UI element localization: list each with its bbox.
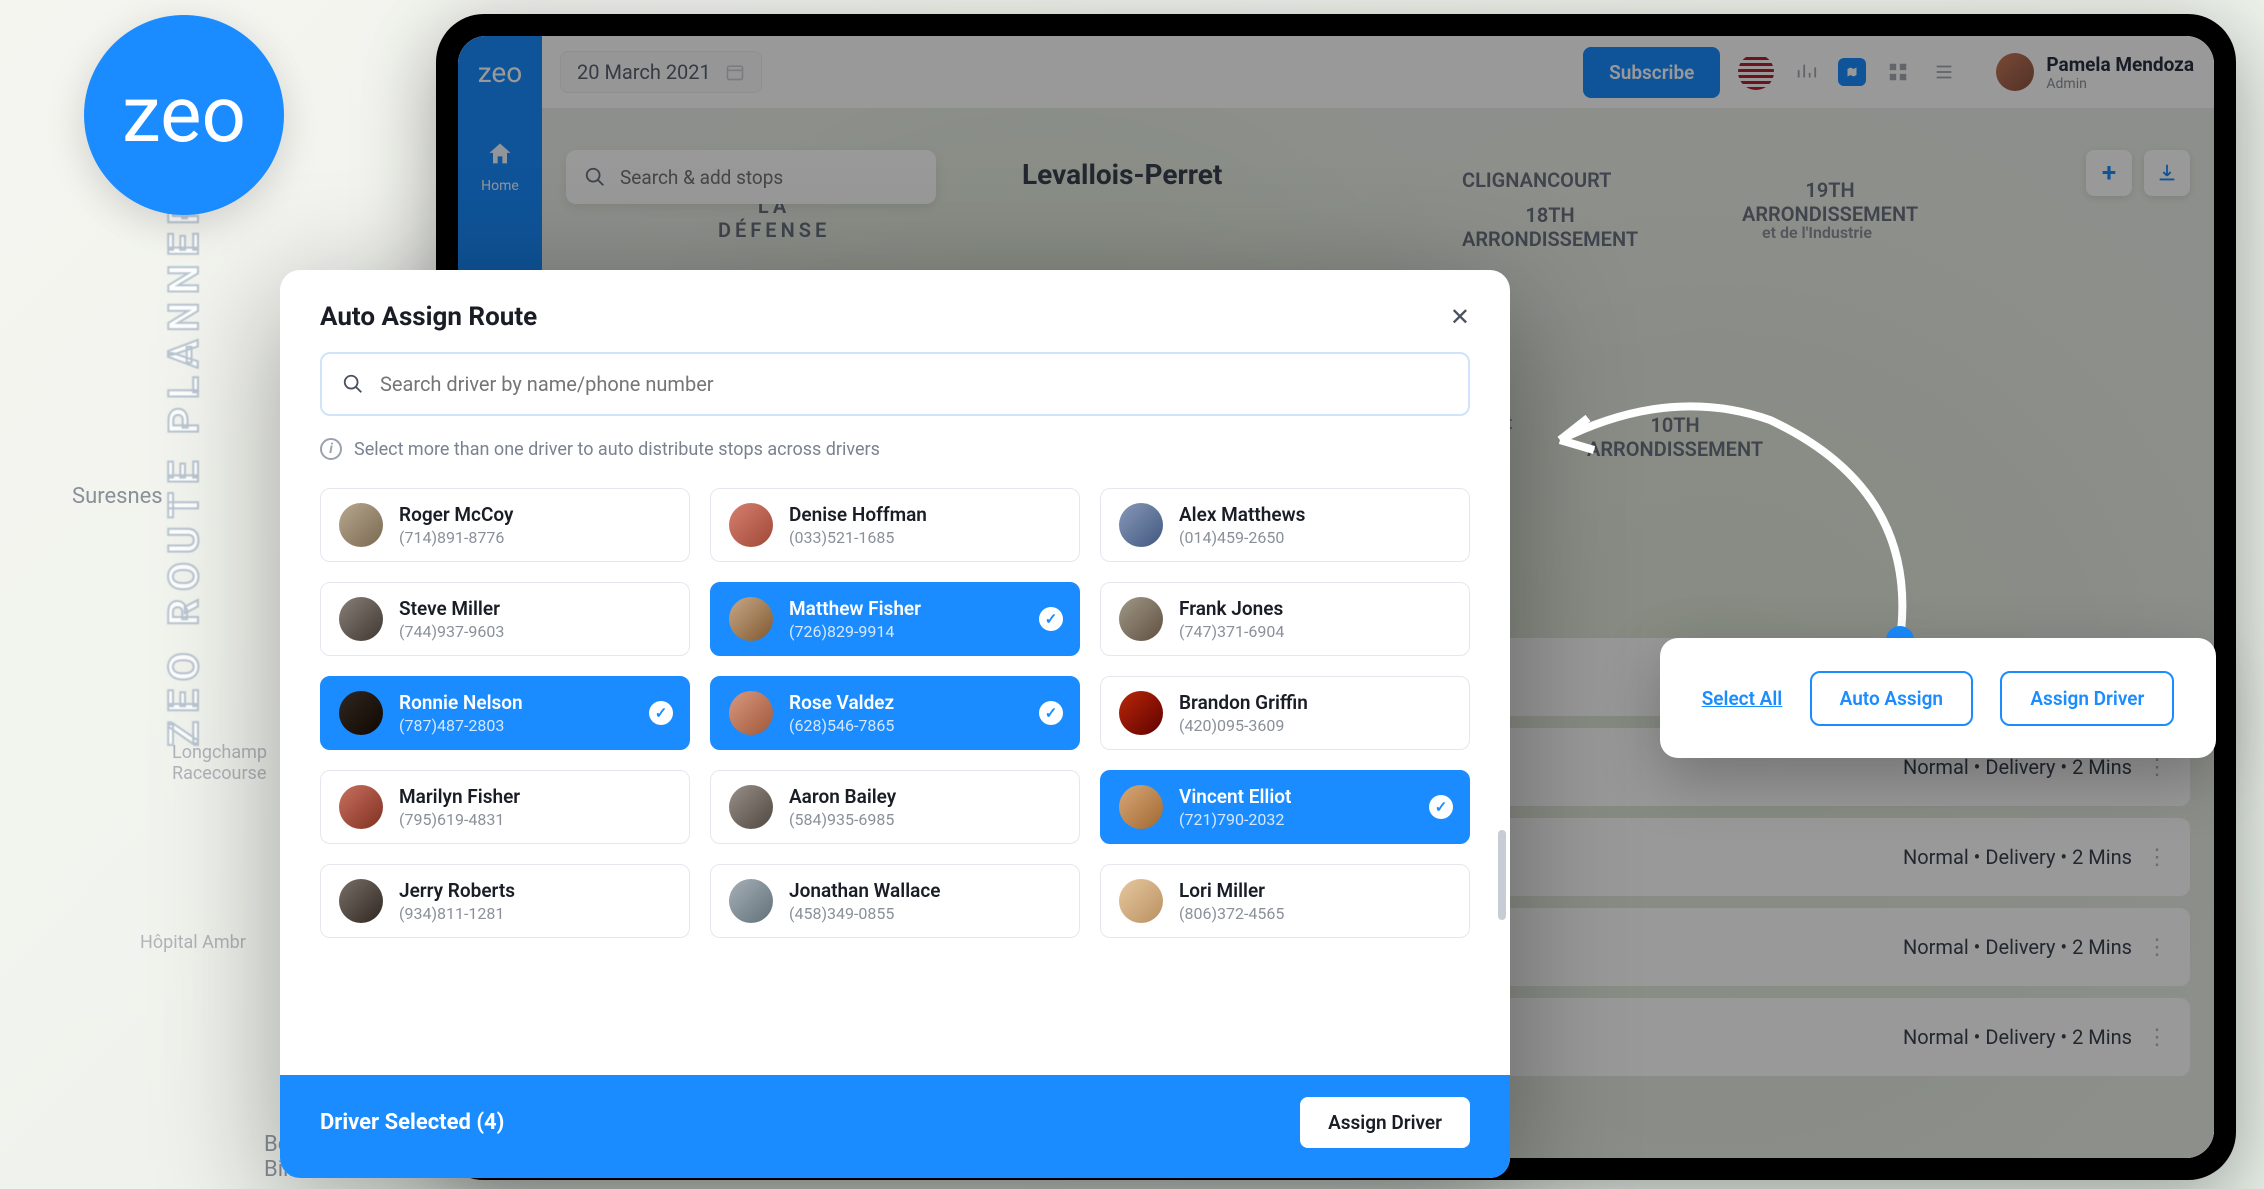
driver-card[interactable]: Alex Matthews (014)459-2650 xyxy=(1100,488,1470,562)
driver-card[interactable]: Aaron Bailey (584)935-6985 xyxy=(710,770,1080,844)
driver-avatar xyxy=(729,785,773,829)
driver-phone: (014)459-2650 xyxy=(1179,528,1305,547)
helper-text-label: Select more than one driver to auto dist… xyxy=(354,439,880,460)
driver-phone: (033)521-1685 xyxy=(789,528,927,547)
modal-header: Auto Assign Route ✕ xyxy=(280,270,1510,352)
driver-avatar xyxy=(339,597,383,641)
bg-label-suresnes: Suresnes xyxy=(72,484,163,509)
check-icon: ✓ xyxy=(1429,795,1453,819)
driver-name: Brandon Griffin xyxy=(1179,691,1308,714)
check-icon: ✓ xyxy=(1039,701,1063,725)
driver-phone: (934)811-1281 xyxy=(399,904,515,923)
driver-phone: (787)487-2803 xyxy=(399,716,523,735)
driver-name: Matthew Fisher xyxy=(789,597,921,620)
zeo-logo-badge: zeo xyxy=(84,15,284,215)
driver-name: Aaron Bailey xyxy=(789,785,896,808)
driver-name: Ronnie Nelson xyxy=(399,691,523,714)
driver-card[interactable]: Jerry Roberts (934)811-1281 xyxy=(320,864,690,938)
driver-card[interactable]: Frank Jones (747)371-6904 xyxy=(1100,582,1470,656)
driver-name: Steve Miller xyxy=(399,597,504,620)
driver-avatar xyxy=(339,503,383,547)
driver-card[interactable]: Roger McCoy (714)891-8776 xyxy=(320,488,690,562)
auto-assign-button[interactable]: Auto Assign xyxy=(1810,671,1973,726)
zeo-logo-text: zeo xyxy=(122,70,246,161)
search-driver-input[interactable] xyxy=(380,372,1448,396)
check-icon: ✓ xyxy=(649,701,673,725)
driver-card[interactable]: Jonathan Wallace (458)349-0855 xyxy=(710,864,1080,938)
driver-phone: (458)349-0855 xyxy=(789,904,940,923)
driver-name: Vincent Elliot xyxy=(1179,785,1291,808)
driver-card[interactable]: Ronnie Nelson (787)487-2803 ✓ xyxy=(320,676,690,750)
driver-phone: (721)790-2032 xyxy=(1179,810,1291,829)
driver-avatar xyxy=(1119,691,1163,735)
driver-card[interactable]: Vincent Elliot (721)790-2032 ✓ xyxy=(1100,770,1470,844)
driver-name: Marilyn Fisher xyxy=(399,785,520,808)
driver-name: Frank Jones xyxy=(1179,597,1284,620)
driver-name: Rose Valdez xyxy=(789,691,894,714)
bulk-action-card: Select All Auto Assign Assign Driver xyxy=(1660,638,2216,758)
driver-name: Denise Hoffman xyxy=(789,503,927,526)
search-driver[interactable] xyxy=(320,352,1470,416)
driver-avatar xyxy=(729,503,773,547)
driver-name: Jonathan Wallace xyxy=(789,879,940,902)
driver-card[interactable]: Rose Valdez (628)546-7865 ✓ xyxy=(710,676,1080,750)
driver-name: Alex Matthews xyxy=(1179,503,1305,526)
driver-avatar xyxy=(729,691,773,735)
driver-phone: (420)095-3609 xyxy=(1179,716,1308,735)
helper-text: i Select more than one driver to auto di… xyxy=(320,438,1470,460)
driver-card[interactable]: Brandon Griffin (420)095-3609 xyxy=(1100,676,1470,750)
driver-name: Roger McCoy xyxy=(399,503,513,526)
driver-phone: (714)891-8776 xyxy=(399,528,513,547)
driver-phone: (744)937-9603 xyxy=(399,622,504,641)
modal-body: i Select more than one driver to auto di… xyxy=(280,352,1510,1075)
driver-avatar xyxy=(339,691,383,735)
driver-avatar xyxy=(339,879,383,923)
info-icon: i xyxy=(320,438,342,460)
bg-label-hopital: Hôpital Ambr xyxy=(140,932,246,953)
driver-avatar xyxy=(1119,785,1163,829)
driver-card[interactable]: Denise Hoffman (033)521-1685 xyxy=(710,488,1080,562)
driver-phone: (628)546-7865 xyxy=(789,716,894,735)
driver-card[interactable]: Matthew Fisher (726)829-9914 ✓ xyxy=(710,582,1080,656)
driver-avatar xyxy=(729,879,773,923)
auto-assign-modal: Auto Assign Route ✕ i Select more than o… xyxy=(280,270,1510,1178)
close-icon[interactable]: ✕ xyxy=(1450,303,1470,331)
driver-avatar xyxy=(1119,597,1163,641)
driver-avatar xyxy=(1119,879,1163,923)
selected-count: Driver Selected (4) xyxy=(320,1110,504,1135)
driver-phone: (584)935-6985 xyxy=(789,810,896,829)
driver-phone: (806)372-4565 xyxy=(1179,904,1284,923)
driver-avatar xyxy=(339,785,383,829)
driver-name: Jerry Roberts xyxy=(399,879,515,902)
driver-name: Lori Miller xyxy=(1179,879,1284,902)
modal-title: Auto Assign Route xyxy=(320,302,537,332)
driver-card[interactable]: Marilyn Fisher (795)619-4831 xyxy=(320,770,690,844)
driver-grid: Roger McCoy (714)891-8776 Denise Hoffman (0… xyxy=(320,488,1470,968)
select-all-link[interactable]: Select All xyxy=(1702,687,1783,710)
assign-driver-button[interactable]: Assign Driver xyxy=(1300,1097,1470,1148)
driver-phone: (726)829-9914 xyxy=(789,622,921,641)
assign-driver-button-float[interactable]: Assign Driver xyxy=(2000,671,2174,726)
driver-avatar xyxy=(1119,503,1163,547)
search-icon xyxy=(342,373,364,395)
driver-avatar xyxy=(729,597,773,641)
driver-phone: (747)371-6904 xyxy=(1179,622,1284,641)
scrollbar[interactable] xyxy=(1498,830,1506,920)
driver-card[interactable]: Lori Miller (806)372-4565 xyxy=(1100,864,1470,938)
vertical-brand-text: ZEO ROUTE PLANNER xyxy=(160,190,209,746)
modal-footer: Driver Selected (4) Assign Driver xyxy=(280,1075,1510,1178)
bg-label-racecourse: Longchamp Racecourse xyxy=(172,742,267,784)
driver-card[interactable]: Steve Miller (744)937-9603 xyxy=(320,582,690,656)
driver-phone: (795)619-4831 xyxy=(399,810,520,829)
check-icon: ✓ xyxy=(1039,607,1063,631)
